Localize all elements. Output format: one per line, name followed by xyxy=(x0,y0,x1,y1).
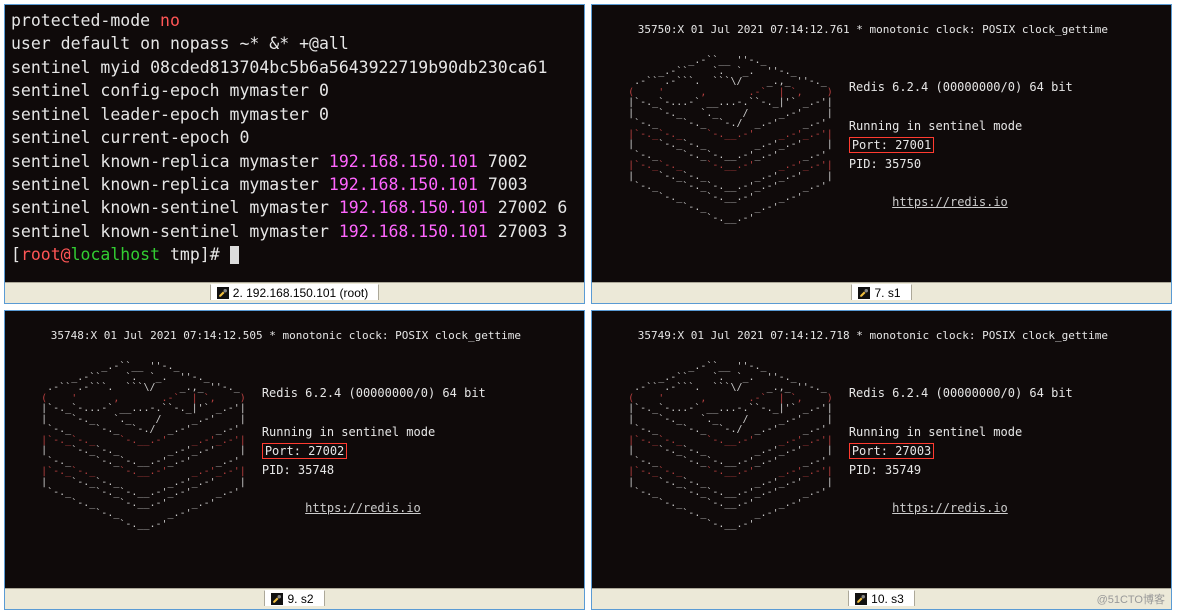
terminal-tab[interactable]: 10. s3 xyxy=(848,590,915,606)
terminal-output[interactable]: protected-mode nouser default on nopass … xyxy=(5,5,584,282)
terminal-tab[interactable]: 7. s1 xyxy=(851,284,911,300)
pid-line: PID: 35749 xyxy=(849,463,921,477)
terminal-tab[interactable]: 2. 192.168.150.101 (root) xyxy=(210,284,379,300)
tab-bar: 7. s1 xyxy=(592,282,1171,303)
config-line: protected-mode no xyxy=(11,9,578,32)
redis-ascii-logo: _.-``__ ''-._ _.-`` `. `_. ''-._ .-`` .-… xyxy=(598,50,833,224)
config-line: sentinel config-epoch mymaster 0 xyxy=(11,79,578,102)
redis-ascii-logo: _.-``__ ''-._ _.-`` `. `_. ''-._ .-`` .-… xyxy=(598,356,833,530)
wrench-icon xyxy=(271,593,283,605)
config-line: sentinel current-epoch 0 xyxy=(11,126,578,149)
terminal-pane-s1: 35750:X 01 Jul 2021 07:14:12.761 * monot… xyxy=(591,4,1172,304)
tab-bar: 10. s3 xyxy=(592,588,1171,609)
terminal-tab[interactable]: 9. s2 xyxy=(264,590,324,606)
pid-line: PID: 35750 xyxy=(849,157,921,171)
version-line: Redis 6.2.4 (00000000/0) 64 bit xyxy=(849,386,1073,400)
log-line: 35749:X 01 Jul 2021 07:14:12.718 * monot… xyxy=(638,329,1108,342)
mode-line: Running in sentinel mode xyxy=(849,119,1022,133)
tab-label: 9. s2 xyxy=(287,592,313,606)
redis-url[interactable]: https://redis.io xyxy=(892,195,1008,209)
redis-url[interactable]: https://redis.io xyxy=(305,501,421,515)
config-line: sentinel known-replica mymaster 192.168.… xyxy=(11,173,578,196)
config-line: sentinel known-replica mymaster 192.168.… xyxy=(11,150,578,173)
version-line: Redis 6.2.4 (00000000/0) 64 bit xyxy=(849,80,1073,94)
redis-info-block: Redis 6.2.4 (00000000/0) 64 bit Running … xyxy=(262,356,486,518)
mode-line: Running in sentinel mode xyxy=(262,425,435,439)
log-line: 35750:X 01 Jul 2021 07:14:12.761 * monot… xyxy=(638,23,1108,36)
terminal-pane-s2: 35748:X 01 Jul 2021 07:14:12.505 * monot… xyxy=(4,310,585,610)
tab-label: 7. s1 xyxy=(874,286,900,300)
mode-line: Running in sentinel mode xyxy=(849,425,1022,439)
shell-prompt[interactable]: [root@localhost tmp]# xyxy=(11,243,578,266)
redis-ascii-logo: _.-``__ ''-._ _.-`` `. `_. ''-._ .-`` .-… xyxy=(11,356,246,530)
log-line: 35748:X 01 Jul 2021 07:14:12.505 * monot… xyxy=(51,329,521,342)
terminal-output[interactable]: 35749:X 01 Jul 2021 07:14:12.718 * monot… xyxy=(592,311,1171,588)
port-line: Port: 27001 xyxy=(849,137,934,153)
config-line: sentinel known-sentinel mymaster 192.168… xyxy=(11,196,578,219)
config-line: sentinel known-sentinel mymaster 192.168… xyxy=(11,220,578,243)
tab-bar: 9. s2 xyxy=(5,588,584,609)
cursor xyxy=(230,246,239,264)
tab-label: 10. s3 xyxy=(871,592,904,606)
wrench-icon xyxy=(217,287,229,299)
redis-url[interactable]: https://redis.io xyxy=(892,501,1008,515)
terminal-output[interactable]: 35748:X 01 Jul 2021 07:14:12.505 * monot… xyxy=(5,311,584,588)
watermark: @51CTO博客 xyxy=(1097,591,1165,607)
config-line: sentinel leader-epoch mymaster 0 xyxy=(11,103,578,126)
pid-line: PID: 35748 xyxy=(262,463,334,477)
redis-info-block: Redis 6.2.4 (00000000/0) 64 bit Running … xyxy=(849,356,1073,518)
port-line: Port: 27003 xyxy=(849,443,934,459)
wrench-icon xyxy=(855,593,867,605)
config-line: sentinel myid 08cded813704bc5b6a56439227… xyxy=(11,56,578,79)
wrench-icon xyxy=(858,287,870,299)
terminal-output[interactable]: 35750:X 01 Jul 2021 07:14:12.761 * monot… xyxy=(592,5,1171,282)
version-line: Redis 6.2.4 (00000000/0) 64 bit xyxy=(262,386,486,400)
config-line: user default on nopass ~* &* +@all xyxy=(11,32,578,55)
redis-info-block: Redis 6.2.4 (00000000/0) 64 bit Running … xyxy=(849,50,1073,212)
tab-label: 2. 192.168.150.101 (root) xyxy=(233,286,368,300)
terminal-pane-config: protected-mode nouser default on nopass … xyxy=(4,4,585,304)
tab-bar: 2. 192.168.150.101 (root) xyxy=(5,282,584,303)
port-line: Port: 27002 xyxy=(262,443,347,459)
terminal-pane-s3: 35749:X 01 Jul 2021 07:14:12.718 * monot… xyxy=(591,310,1172,610)
